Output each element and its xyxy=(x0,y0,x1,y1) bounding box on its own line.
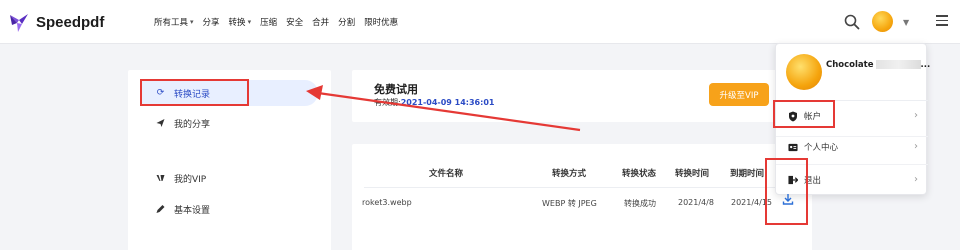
menu-item-label: 个人中心 xyxy=(804,143,839,153)
cell-status: 转换成功 xyxy=(624,199,656,208)
chevron-right-icon: › xyxy=(914,110,918,121)
column-header: 到期时间 xyxy=(730,169,765,179)
nav-security[interactable]: 安全 xyxy=(286,16,303,28)
nav-merge[interactable]: 合并 xyxy=(312,16,329,28)
hamburger-menu-icon[interactable] xyxy=(936,15,948,27)
nav-label: 安全 xyxy=(286,18,304,28)
expiry-label: 有效期: xyxy=(374,98,401,107)
nav-label: 分割 xyxy=(338,18,356,28)
chevron-down-icon: ▾ xyxy=(247,18,252,26)
divider xyxy=(364,187,804,188)
cell-convert-time: 2021/4/8 xyxy=(678,198,714,207)
redacted-block xyxy=(875,60,921,69)
chevron-down-icon: ▾ xyxy=(190,18,194,26)
trial-card: 免费试用 有效期:2021-04-09 14:36:01 升级至VIP xyxy=(352,70,812,122)
vip-icon xyxy=(156,175,165,181)
avatar[interactable] xyxy=(872,11,893,32)
annotation-highlight-box xyxy=(765,158,808,225)
trial-expiry: 有效期:2021-04-09 14:36:01 xyxy=(374,97,494,108)
column-header: 转换方式 xyxy=(552,169,587,179)
sidebar-item-label: 基本设置 xyxy=(174,205,211,216)
nav-label: 转换 xyxy=(228,18,246,28)
main-nav: 所有工具 ▾ 分享 转换 ▾ 压缩 安全 合并 分割 限时优惠 xyxy=(154,16,407,28)
brand-name: Speedpdf xyxy=(36,13,105,31)
nav-label: 压缩 xyxy=(260,18,278,28)
nav-convert[interactable]: 转换 ▾ xyxy=(229,16,252,28)
chevron-right-icon: › xyxy=(914,141,918,152)
nav-label: 所有工具 xyxy=(154,18,189,28)
send-icon xyxy=(156,119,165,127)
conversion-table: 文件名称 转换方式 转换状态 转换时间 到期时间 roket3.webp WEB… xyxy=(352,144,812,250)
expiry-value: 2021-04-09 14:36:01 xyxy=(400,98,495,107)
sidebar-item-label: 我的VIP xyxy=(174,174,207,185)
nav-label: 合并 xyxy=(312,18,330,28)
upgrade-vip-button[interactable]: 升级至VIP xyxy=(709,83,769,106)
sidebar-item-my-vip[interactable]: 我的VIP xyxy=(128,165,318,191)
column-header: 转换状态 xyxy=(622,169,657,179)
sidebar-item-my-shares[interactable]: 我的分享 xyxy=(128,110,318,136)
id-card-icon xyxy=(788,143,798,151)
username-text: Chocolate xyxy=(826,60,874,70)
nav-label: 分享 xyxy=(202,18,220,28)
avatar xyxy=(786,54,822,90)
menu-item-profile[interactable]: 个人中心 › xyxy=(776,137,928,157)
column-header: 文件名称 xyxy=(429,169,464,179)
sidebar-item-basic-settings[interactable]: 基本设置 xyxy=(128,196,318,222)
annotation-highlight-box xyxy=(773,100,835,128)
nav-all-tools[interactable]: 所有工具 ▾ xyxy=(154,16,194,28)
username-suffix: ... xyxy=(920,60,931,70)
nav-limited-offer[interactable]: 限时优惠 xyxy=(364,16,398,28)
column-header: 转换时间 xyxy=(675,169,710,179)
nav-compress[interactable]: 压缩 xyxy=(260,16,277,28)
caret-down-icon[interactable]: ▼ xyxy=(903,18,909,27)
nav-label: 限时优惠 xyxy=(364,18,399,28)
username: Chocolate... xyxy=(826,60,930,70)
speedpdf-logo-icon xyxy=(10,14,28,32)
trial-title: 免费试用 xyxy=(374,83,418,96)
nav-share[interactable]: 分享 xyxy=(203,16,220,28)
pencil-icon xyxy=(156,205,165,213)
logo[interactable]: Speedpdf xyxy=(8,11,104,33)
cell-filename: roket3.webp xyxy=(362,198,412,207)
chevron-right-icon: › xyxy=(914,174,918,185)
top-bar: Speedpdf 所有工具 ▾ 分享 转换 ▾ 压缩 安全 合并 分割 限时优惠 ▼ xyxy=(0,0,960,44)
cell-method: WEBP 转 JPEG xyxy=(542,199,597,208)
search-icon[interactable] xyxy=(843,13,861,31)
sidebar-item-label: 我的分享 xyxy=(174,119,211,130)
annotation-highlight-box xyxy=(140,79,249,106)
nav-split[interactable]: 分割 xyxy=(338,16,355,28)
